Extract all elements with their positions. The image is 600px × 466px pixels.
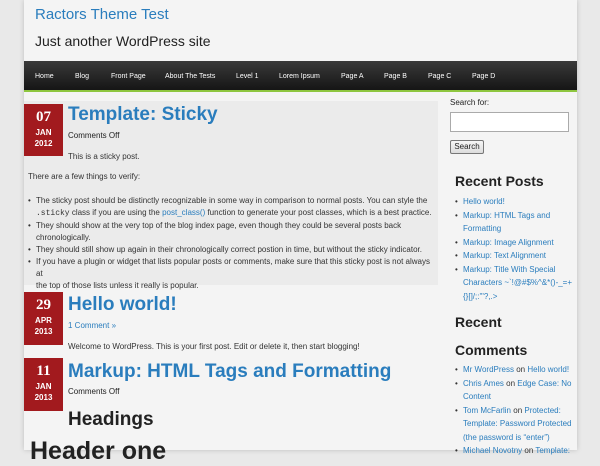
- date-year: 2013: [34, 393, 53, 402]
- nav-item-level-1[interactable]: Level 1: [236, 61, 259, 92]
- date-month: JAN: [35, 128, 52, 137]
- nav-item-lorem-ipsum[interactable]: Lorem Ipsum: [279, 61, 320, 92]
- nav-item-page-b[interactable]: Page B: [384, 61, 407, 92]
- recent-post-link[interactable]: Hello world!: [455, 195, 573, 209]
- recent-comment: Chris Ames on Edge Case: NoContent: [455, 377, 573, 404]
- recent-posts-title: Recent Posts: [455, 173, 544, 189]
- content-heading-2: Headings: [68, 409, 154, 430]
- post-comments-link[interactable]: 1 Comment »: [68, 321, 116, 330]
- comment-post-link[interactable]: Template:: [535, 446, 570, 455]
- comment-author-link[interactable]: Tom McFarlin: [463, 406, 511, 415]
- recent-comment: Mr WordPress on Hello world!: [455, 363, 573, 377]
- recent-post-link[interactable]: Markup: Title With SpecialCharacters ~`!…: [455, 263, 573, 304]
- post-date-badge: 29 APR 2013: [24, 292, 63, 345]
- list-item: They should show at the very top of the …: [28, 220, 436, 244]
- list-item: They should still show up again in their…: [28, 244, 436, 256]
- date-day: 07: [36, 109, 51, 125]
- recent-posts-list: Hello world! Markup: HTML Tags andFormat…: [455, 195, 573, 303]
- search-label: Search for:: [450, 98, 490, 107]
- comment-post-link[interactable]: Hello world!: [527, 365, 569, 374]
- date-day: 29: [36, 297, 51, 313]
- comment-author-link[interactable]: Mr WordPress: [463, 365, 514, 374]
- comment-post-link[interactable]: Protected:: [524, 406, 560, 415]
- comment-author-link[interactable]: Chris Ames: [463, 379, 504, 388]
- nav-item-page-c[interactable]: Page C: [428, 61, 451, 92]
- date-month: APR: [35, 316, 52, 325]
- recent-comments-list: Mr WordPress on Hello world! Chris Ames …: [455, 363, 573, 458]
- post-lead: There are a few things to verify:: [28, 172, 141, 181]
- list-item: The sticky post should be distinctly rec…: [28, 195, 436, 220]
- nav-item-page-a[interactable]: Page A: [341, 61, 364, 92]
- search-button[interactable]: Search: [450, 140, 484, 154]
- post-title[interactable]: Template: Sticky: [68, 104, 218, 126]
- post-comments-status: Comments Off: [68, 387, 120, 396]
- nav-item-home[interactable]: Home: [35, 61, 54, 92]
- post-intro: This is a sticky post.: [68, 152, 140, 161]
- page-container: Ractors Theme Test Just another WordPres…: [24, 0, 577, 465]
- nav-item-front-page[interactable]: Front Page: [111, 61, 146, 92]
- site-title[interactable]: Ractors Theme Test: [35, 6, 169, 23]
- date-month: JAN: [35, 382, 52, 391]
- recent-comment: Michael Novotny on Template:: [455, 444, 573, 458]
- nav-item-about-the-tests[interactable]: About The Tests: [165, 61, 215, 92]
- recent-comment: Tom McFarlin on Protected:Template: Pass…: [455, 404, 573, 445]
- recent-comments-title: Recent: [455, 314, 502, 330]
- post-class-link[interactable]: post_class(): [162, 208, 205, 217]
- recent-post-link[interactable]: Markup: Text Alignment: [455, 249, 573, 263]
- inline-code: .sticky: [36, 209, 70, 218]
- date-year: 2012: [34, 139, 53, 148]
- main-navigation: Home Blog Front Page About The Tests Lev…: [24, 61, 577, 92]
- date-day: 11: [36, 363, 51, 379]
- post-date-badge: 07 JAN 2012: [24, 104, 63, 156]
- recent-comments-title-line2: Comments: [455, 342, 528, 358]
- comment-author-link[interactable]: Michael Novotny: [463, 446, 522, 455]
- post-title[interactable]: Markup: HTML Tags and Formatting: [68, 361, 391, 383]
- sticky-checklist: The sticky post should be distinctly rec…: [28, 195, 436, 292]
- nav-item-blog[interactable]: Blog: [75, 61, 89, 92]
- comment-post-link[interactable]: Edge Case: No: [517, 379, 571, 388]
- post-date-badge: 11 JAN 2013: [24, 358, 63, 411]
- post-body: Welcome to WordPress. This is your first…: [68, 342, 360, 351]
- content-heading-1: Header one: [30, 437, 167, 465]
- recent-post-link[interactable]: Markup: HTML Tags andFormatting: [455, 209, 573, 236]
- nav-item-page-d[interactable]: Page D: [472, 61, 495, 92]
- list-item: If you have a plugin or widget that list…: [28, 256, 436, 292]
- recent-post-link[interactable]: Markup: Image Alignment: [455, 236, 573, 250]
- site-description: Just another WordPress site: [35, 33, 211, 49]
- post-title[interactable]: Hello world!: [68, 294, 177, 316]
- search-input[interactable]: [450, 112, 569, 132]
- date-year: 2013: [34, 327, 53, 336]
- post-comments-status: Comments Off: [68, 131, 120, 140]
